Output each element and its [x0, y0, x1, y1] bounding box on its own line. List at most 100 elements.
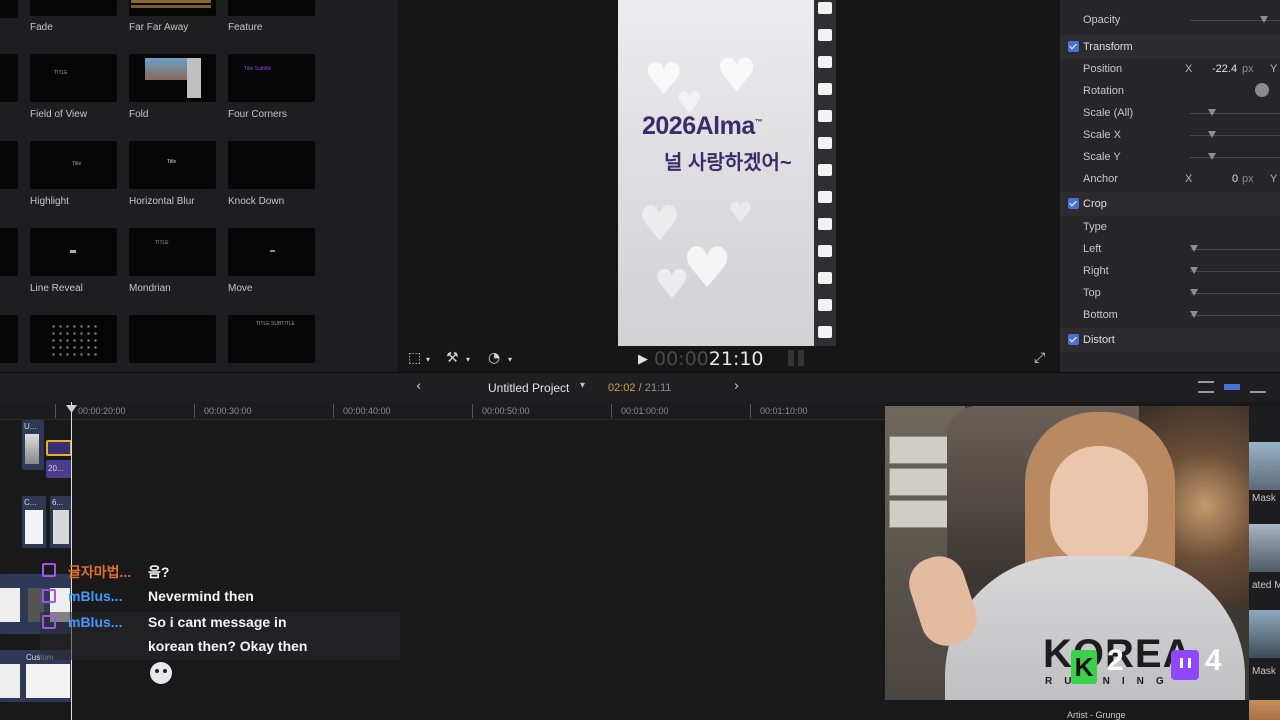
effect-thumbnail[interactable] [1249, 700, 1280, 720]
transform-checkbox[interactable] [1068, 41, 1079, 52]
ruler-tick [333, 404, 334, 418]
ruler-label: 00:00:40:00 [343, 406, 391, 416]
chat-text: So i cant message in [148, 614, 287, 630]
chat-message: mBlus... So i cant message in korean the… [40, 612, 400, 660]
tile-fold[interactable] [129, 54, 216, 102]
clip-appearance-icon[interactable] [1198, 381, 1214, 393]
distort-section: Distort [1060, 328, 1280, 352]
chevron-down-icon[interactable]: ▾ [426, 355, 430, 364]
timeline-ruler[interactable]: 00:00:20:00 00:00:30:00 00:00:40:00 00:0… [0, 402, 885, 420]
video-clip[interactable]: 6... [50, 496, 72, 548]
chevron-down-icon[interactable]: ▾ [580, 380, 585, 391]
chevron-down-icon[interactable]: ▾ [466, 355, 470, 364]
tile-mondrian[interactable]: TITLE [129, 228, 216, 276]
tile-fade[interactable] [30, 0, 117, 16]
anchor-row: Anchor X 0 px Y [1060, 168, 1280, 190]
tile-line-reveal[interactable] [30, 228, 117, 276]
video-clip[interactable]: C... [22, 496, 46, 548]
effects-browser-strip: Mask ated M Mask [1249, 406, 1280, 720]
scale-x-row: Scale X [1060, 124, 1280, 146]
browser-edge-tile[interactable] [0, 54, 18, 102]
transform-tool-icon[interactable]: ⬚ [408, 350, 421, 366]
ruler-label: 00:00:20:00 [78, 406, 126, 416]
tile-field-of-view[interactable]: TITLE [30, 54, 117, 102]
twitch-viewer-count: 4 [1205, 644, 1222, 677]
scale-x-slider[interactable] [1190, 135, 1280, 136]
crop-top-knob[interactable] [1190, 289, 1198, 296]
tile-label: Fade [30, 22, 53, 33]
position-y-axis: Y [1270, 63, 1278, 75]
fullscreen-icon[interactable]: ⤢ [1034, 350, 1045, 366]
crop-bottom-slider[interactable] [1190, 315, 1280, 316]
scale-y-label: Scale Y [1083, 151, 1121, 163]
clip-label: 6... [52, 498, 64, 507]
crop-left-knob[interactable] [1190, 245, 1198, 252]
scale-all-knob[interactable] [1208, 109, 1216, 116]
anchor-x-value[interactable]: 0 [1232, 173, 1238, 185]
heart-icon: ♥ [728, 196, 754, 229]
tile-feature[interactable] [228, 0, 315, 16]
opacity-row: Opacity [1060, 9, 1280, 31]
tile-dark-title[interactable] [129, 315, 216, 363]
browser-edge-tile[interactable] [0, 0, 18, 18]
transform-label: Transform [1083, 41, 1133, 53]
title-clip-selected[interactable] [46, 440, 72, 456]
playhead-position: 02:02 / 21:11 [608, 382, 672, 394]
crop-right-knob[interactable] [1190, 267, 1198, 274]
chat-username: mBlus... [68, 614, 123, 630]
tile-highlight[interactable]: Title [30, 141, 117, 189]
crop-right-slider[interactable] [1190, 271, 1280, 272]
tile-label: Field of View [30, 109, 88, 120]
brand-title-text: 2026Alma [642, 112, 755, 140]
crop-checkbox[interactable] [1068, 198, 1079, 209]
browser-edge-tile[interactable] [0, 141, 18, 189]
rotation-dial[interactable] [1255, 83, 1269, 97]
crop-top-row: Top [1060, 282, 1280, 304]
crop-section: Crop [1060, 192, 1280, 216]
chat-username: 글자마법... [68, 564, 132, 580]
chevron-down-icon[interactable]: ▾ [508, 355, 512, 364]
tile-particles[interactable] [30, 315, 117, 363]
skimming-icon[interactable] [1224, 384, 1240, 390]
crop-top-slider[interactable] [1190, 293, 1280, 294]
kick-icon: K [1071, 650, 1097, 684]
history-forward-icon[interactable]: › [734, 379, 739, 394]
sprocket-hole [818, 83, 832, 95]
tile-horizontal-blur[interactable]: Title [129, 141, 216, 189]
audio-waveform-icon[interactable] [1250, 381, 1266, 393]
video-frame[interactable]: ♥ ♥ ♥ ♥ ♥ ♥ ♥ 2026Alma™ 널 사랑하겠어~ [618, 0, 836, 346]
speed-gauge-icon[interactable]: ◔ [488, 350, 500, 366]
heart-icon: ♥ [716, 48, 758, 102]
crop-bottom-knob[interactable] [1190, 311, 1198, 318]
tile-far-far-away[interactable] [129, 0, 216, 16]
effect-thumbnail[interactable] [1249, 442, 1280, 490]
position-x-axis: X [1185, 63, 1193, 75]
crop-left-slider[interactable] [1190, 249, 1280, 250]
opacity-slider-knob[interactable] [1260, 16, 1268, 23]
scale-y-knob[interactable] [1208, 153, 1216, 160]
scale-x-knob[interactable] [1208, 131, 1216, 138]
magic-wand-icon[interactable]: ⚒ [446, 350, 459, 366]
sprocket-hole [818, 56, 832, 68]
distort-label: Distort [1083, 334, 1115, 346]
scale-all-slider[interactable] [1190, 113, 1280, 114]
timecode-value: 21:10 [708, 348, 764, 370]
effect-thumbnail[interactable] [1249, 610, 1280, 658]
scale-x-label: Scale X [1083, 129, 1121, 141]
history-back-icon[interactable]: ‹ [416, 379, 421, 394]
distort-checkbox[interactable] [1068, 334, 1079, 345]
browser-edge-tile[interactable] [0, 228, 18, 276]
effect-thumbnail[interactable] [1249, 524, 1280, 572]
project-name[interactable]: Untitled Project [488, 381, 569, 395]
scale-y-slider[interactable] [1190, 157, 1280, 158]
tile-title-subtitle[interactable]: TITLE SUBTITLE [228, 315, 315, 363]
tile-four-corners[interactable]: Title Subtitle [228, 54, 315, 102]
position-x-value[interactable]: -22.4 [1212, 63, 1237, 75]
browser-edge-tile[interactable] [0, 315, 18, 363]
tile-knock-down[interactable] [228, 141, 315, 189]
video-clip[interactable]: U... [22, 420, 44, 470]
title-clip[interactable]: 20... [46, 460, 72, 478]
scale-y-row: Scale Y [1060, 146, 1280, 168]
tile-move[interactable] [228, 228, 315, 276]
play-button[interactable]: ▶ [638, 352, 648, 367]
